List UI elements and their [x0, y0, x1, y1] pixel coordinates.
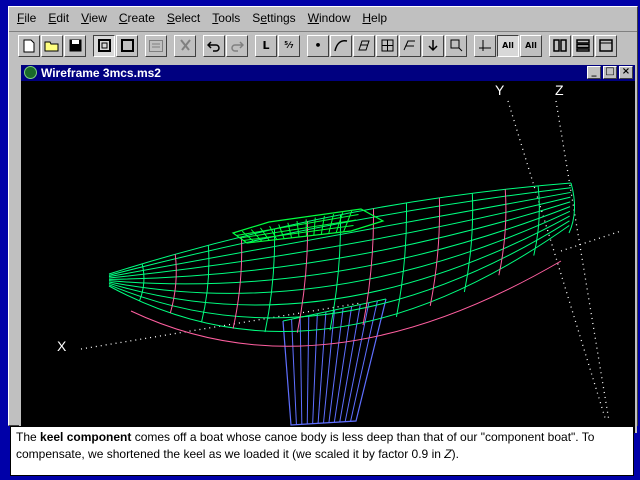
- z-axis-label: Z: [555, 82, 564, 98]
- fair-surface-icon: [403, 40, 415, 51]
- fraction-tool-label: ⁵⁄₇: [284, 40, 294, 51]
- wireframe-view-button[interactable]: [93, 34, 115, 57]
- caption-italic-axis: Z: [444, 447, 452, 461]
- select-all-label: All: [502, 41, 514, 50]
- frame-view-icon: [97, 39, 111, 52]
- open-folder-icon: [44, 41, 59, 52]
- keel-line-1: [291, 319, 297, 425]
- menu-item-help[interactable]: Help: [362, 11, 387, 25]
- wireframe-window[interactable]: Wireframe 3mcs.ms2 _ □ × Y Z X: [19, 63, 637, 433]
- z-axis-line: [555, 100, 610, 422]
- axes-group: Y Z X: [57, 82, 622, 422]
- redo-button[interactable]: [226, 34, 248, 57]
- minimize-button[interactable]: _: [587, 66, 601, 79]
- cut-button[interactable]: [174, 34, 196, 57]
- single-view-button[interactable]: [116, 34, 138, 57]
- box-view-icon: [120, 39, 134, 52]
- cascade-icon: [599, 39, 613, 52]
- beam-axis-line: [560, 230, 622, 252]
- 3d-viewport[interactable]: Y Z X: [21, 81, 635, 433]
- open-button[interactable]: [41, 34, 63, 57]
- globe-icon: [24, 66, 37, 79]
- menu-item-settings[interactable]: Settings: [252, 11, 295, 25]
- wireframe-window-titlebar[interactable]: Wireframe 3mcs.ms2 _ □ ×: [21, 65, 635, 81]
- wireframe-scene: Y Z X: [57, 82, 622, 426]
- surface-tool-button[interactable]: [353, 34, 375, 57]
- grid-icon: [381, 39, 393, 52]
- scissors-icon: [179, 39, 191, 51]
- caption-panel: The keel component comes off a boat whos…: [10, 426, 634, 476]
- x-axis-label: X: [57, 338, 67, 354]
- surface-icon: [358, 40, 370, 51]
- menu-item-view[interactable]: View: [81, 11, 107, 25]
- maximize-button[interactable]: □: [603, 66, 617, 79]
- snapshot-tool-button[interactable]: [445, 34, 467, 57]
- save-button[interactable]: [64, 34, 86, 57]
- deckhouse-stringer-2: [239, 219, 357, 239]
- project-tool-button[interactable]: [422, 34, 444, 57]
- new-document-icon: [23, 39, 35, 52]
- close-button[interactable]: ×: [619, 66, 633, 79]
- point-tool-button[interactable]: •: [307, 34, 329, 57]
- new-document-button[interactable]: [18, 34, 40, 57]
- menu-item-create[interactable]: Create: [119, 11, 155, 25]
- station-12: [498, 189, 507, 276]
- application-window: File Edit View Create Select Tools Settings Win…: [8, 6, 638, 433]
- caption-text-start: The: [16, 430, 41, 444]
- line-tool-button[interactable]: L: [255, 34, 277, 57]
- menu-item-select[interactable]: Select: [167, 11, 200, 25]
- fraction-tool-button[interactable]: ⁵⁄₇: [278, 34, 300, 57]
- curve-tool-button[interactable]: [330, 34, 352, 57]
- caption-text-end: ).: [451, 447, 459, 461]
- y-axis-line: [507, 100, 607, 422]
- tile-horizontal-icon: [576, 39, 590, 52]
- menu-bar: File Edit View Create Select Tools Settings Win…: [9, 7, 637, 29]
- cascade-button[interactable]: [595, 34, 617, 57]
- undo-button[interactable]: [203, 34, 225, 57]
- save-disk-icon: [69, 39, 81, 52]
- tile-horizontal-button[interactable]: [572, 34, 594, 57]
- caption-bold-term: keel component: [40, 430, 132, 444]
- menu-item-window[interactable]: Window: [308, 11, 351, 25]
- select-all-surfaces-button[interactable]: All: [520, 34, 542, 57]
- menu-item-file[interactable]: File: [17, 11, 36, 25]
- properties-button[interactable]: [145, 34, 167, 57]
- keel-line-2: [299, 317, 303, 425]
- diagonal-line: [130, 260, 562, 347]
- select-all-button[interactable]: All: [497, 34, 519, 57]
- select-all-surfaces-label: All: [525, 41, 537, 50]
- waterline-9: [108, 225, 570, 333]
- line-tool-label: L: [262, 39, 270, 52]
- menu-item-edit[interactable]: Edit: [48, 11, 69, 25]
- y-axis-label: Y: [495, 82, 505, 98]
- undo-icon: [207, 40, 220, 52]
- tile-vertical-button[interactable]: [549, 34, 571, 57]
- curve-icon: [334, 40, 348, 52]
- redo-icon: [231, 40, 244, 52]
- keel-wireframe: [282, 298, 387, 426]
- snapshot-icon: [450, 39, 462, 52]
- crosshair-icon: [479, 40, 491, 51]
- grid-tool-button[interactable]: [376, 34, 398, 57]
- tile-vertical-icon: [553, 39, 567, 52]
- menu-item-tools[interactable]: Tools: [212, 11, 240, 25]
- fair-tool-button[interactable]: [399, 34, 421, 57]
- properties-icon: [149, 39, 163, 52]
- mdi-client-area: Wireframe 3mcs.ms2 _ □ × Y Z X: [19, 63, 637, 433]
- measure-tool-button[interactable]: [474, 34, 496, 57]
- keel-line-3: [306, 315, 310, 425]
- transom-outline: [568, 182, 575, 234]
- point-tool-label: •: [314, 39, 322, 52]
- toolbar: L ⁵⁄₇ • All All: [9, 31, 637, 59]
- wireframe-window-title: Wireframe 3mcs.ms2: [41, 66, 161, 80]
- station-13: [533, 185, 540, 256]
- project-arrow-icon: [427, 40, 438, 52]
